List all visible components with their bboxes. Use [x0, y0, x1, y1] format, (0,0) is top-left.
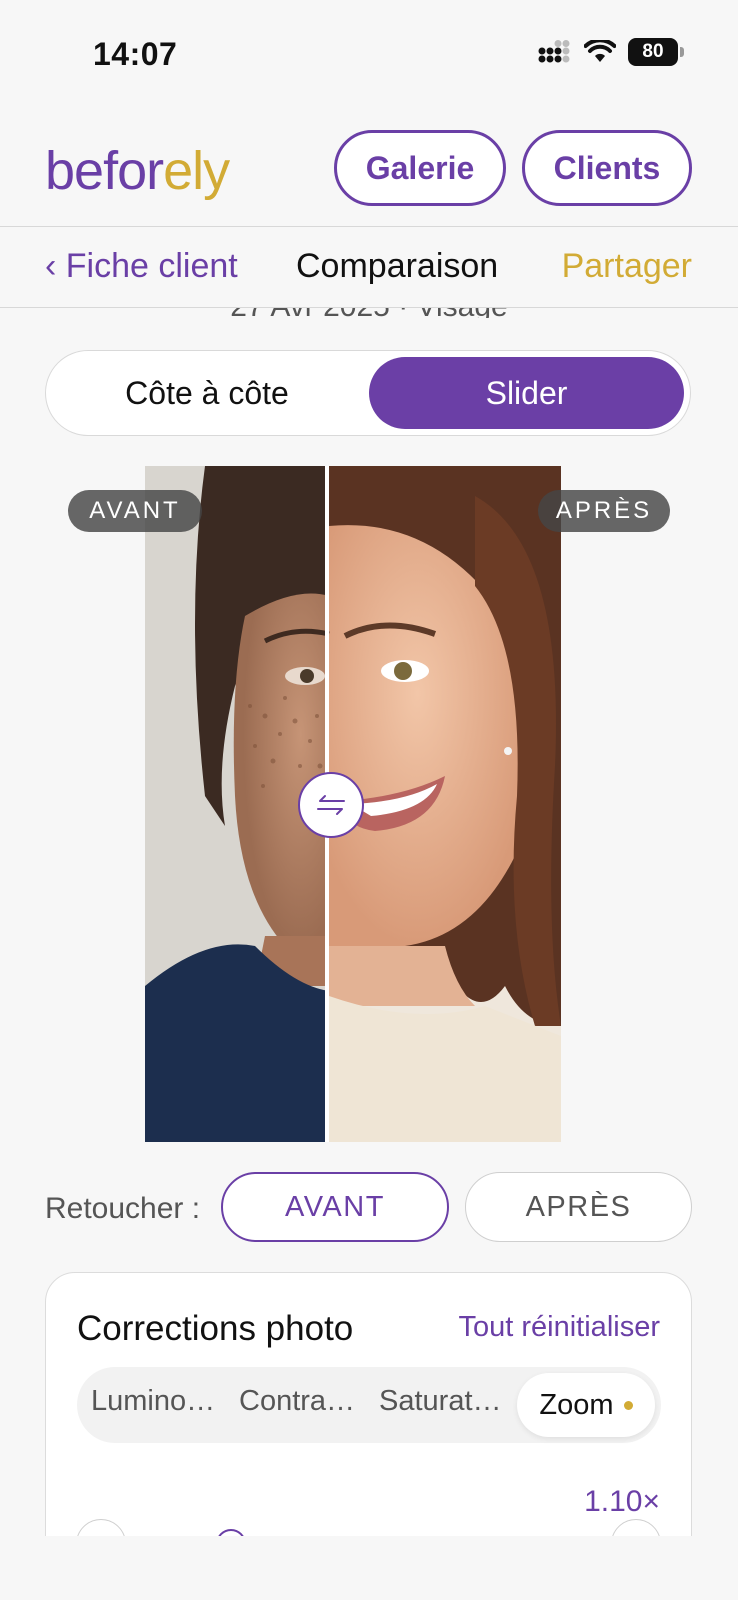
tab-zoom[interactable]: Zoom — [517, 1373, 655, 1437]
retouch-label: Retoucher : — [45, 1192, 201, 1225]
status-bar: 14:07 80 — [0, 0, 738, 110]
galerie-button[interactable]: Galerie — [334, 130, 506, 206]
cellular-signal-icon — [538, 40, 570, 63]
after-badge: APRÈS — [538, 490, 670, 532]
zoom-value: 1.10× — [584, 1485, 660, 1518]
comparison-slider-handle[interactable] — [298, 772, 364, 838]
status-icons: 80 — [538, 38, 684, 66]
battery-icon: 80 — [628, 38, 684, 66]
tab-contraste[interactable]: Contra… — [239, 1385, 355, 1418]
slider-option[interactable]: Slider — [369, 357, 684, 429]
tab-luminosite[interactable]: Lumino… — [91, 1385, 215, 1418]
tab-saturation[interactable]: Saturat… — [379, 1385, 502, 1418]
nav-bar: ‹ Fiche client Comparaison Partager — [0, 226, 738, 308]
brand-logo: beforely — [45, 141, 230, 201]
before-badge: AVANT — [68, 490, 202, 532]
clients-button[interactable]: Clients — [522, 130, 692, 206]
corrections-title: Corrections photo — [77, 1309, 354, 1348]
wifi-icon — [584, 40, 616, 62]
page-title: Comparaison — [296, 247, 499, 285]
active-dot-icon — [623, 1400, 633, 1410]
corrections-tabs: Lumino… Contra… Saturat… Zoom — [77, 1367, 661, 1443]
retouch-before-button[interactable]: AVANT — [221, 1172, 449, 1242]
app-header: beforely Galerie Clients — [0, 110, 738, 226]
swap-arrows-icon — [317, 795, 345, 815]
share-button[interactable]: Partager — [562, 247, 692, 286]
tab-zoom-label: Zoom — [539, 1388, 614, 1421]
side-by-side-option[interactable]: Côte à côte — [52, 357, 362, 429]
bottom-safe-area — [0, 1536, 738, 1600]
retouch-after-button[interactable]: APRÈS — [465, 1172, 692, 1242]
reset-all-button[interactable]: Tout réinitialiser — [459, 1311, 660, 1344]
view-mode-toggle: Côte à côte Slider — [45, 350, 691, 436]
status-time: 14:07 — [93, 36, 178, 72]
back-button[interactable]: ‹ Fiche client — [45, 247, 238, 286]
